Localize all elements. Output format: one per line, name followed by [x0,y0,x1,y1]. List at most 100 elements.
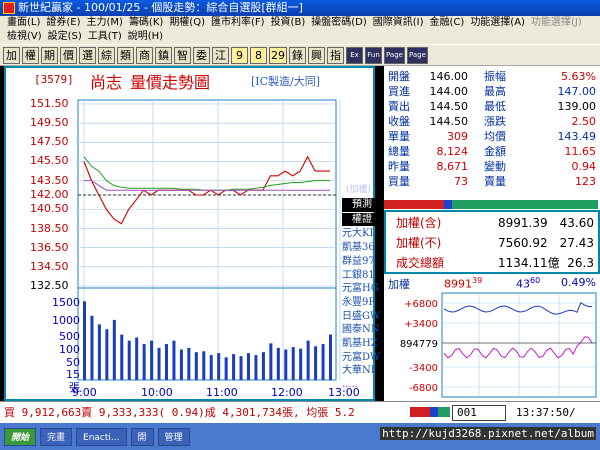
taskbar-item[interactable]: 完畫 [40,427,73,446]
quote-row: 昨量 8,671 變動 0.94 [384,160,600,173]
summary-label: 加權(含) [396,216,442,230]
broker-item[interactable]: 群益97 [342,255,382,269]
summary-pct: 26.3 [567,256,594,270]
menu-item[interactable]: 畫面(L) [4,16,43,30]
broker-item[interactable]: 元大KI [342,227,382,241]
stock-code-input[interactable]: 001 [452,405,506,421]
toolbar-button[interactable]: 錄 [289,46,306,64]
mini-chart-svg: +6800 +3400 894779 -3400 -6800 [400,292,597,398]
toolbar-button[interactable]: 選 [79,46,96,64]
volume-bar [291,347,295,380]
quote-label: 昨量 [388,160,410,173]
summary-row: 成交總額 1134.11億 26.3 [386,254,598,272]
broker-item[interactable]: 凱基36 [342,241,382,255]
menu-item[interactable]: 證券(E) [43,16,83,30]
index-mini-chart[interactable]: 加權 899139 4360 0.49% +6800 +3400 894779 -34… [384,274,600,401]
start-button[interactable]: 開始 [4,427,37,446]
toolbar-button[interactable]: 類 [117,46,134,64]
toolbar-button[interactable]: 權 [22,46,39,64]
broker-item[interactable]: 永豐9P [342,296,382,310]
summary-label: 加權(不) [396,236,442,250]
price-tick: 132.50 [30,279,69,292]
menu-item[interactable]: 國際資訊(I) [370,16,427,30]
broker-item[interactable]: 凱基HZ [342,337,382,351]
toolbar-button[interactable]: 期 [41,46,58,64]
volume-bar [165,344,168,380]
volume-bar [97,324,101,380]
mini-ytick: -3400 [409,363,438,374]
broker-list: 預測 權證 元大KI 凱基36 群益97 工銀81 元富HG 永豐9P 日盛GW 國泰NN 凱基… [342,198,382,392]
summary-pct: 43.60 [559,216,594,230]
quote-label: 振幅 [484,70,506,83]
broker-item[interactable]: 工銀81 [342,269,382,283]
toolbar-button[interactable]: 興 [308,46,325,64]
toolbar-button[interactable]: 價 [60,46,77,64]
price-tick: 136.50 [30,240,69,254]
menu-item[interactable]: 檢視(V) [4,30,45,44]
broker-item[interactable]: 元富DW [342,351,382,365]
menu-item[interactable]: 投資(B) [268,16,309,30]
price-chart-panel[interactable]: [3579] 尚志 量價走勢圖 [IC製造/大同] 151.50 149.50 14… [4,66,382,401]
broker-header[interactable]: 預測 [342,198,382,212]
menu-item[interactable]: 主力(M) [84,16,126,30]
watermark: http://kujd3268.pixnet.net/album [380,427,596,440]
broker-subheader[interactable]: 權證 [342,212,382,227]
summary-label: 成交總額 [396,256,445,270]
menu-item[interactable]: 設定(S) [45,30,85,44]
mini-label: 加權 [388,278,410,291]
broker-item[interactable]: 大華NI [342,364,382,378]
quote-value: 8,124 [436,145,469,158]
toolbar-button[interactable]: 指 [327,46,344,64]
menu-item[interactable]: 說明(H) [125,30,166,44]
toolbar-button[interactable]: 綜 [98,46,115,64]
taskbar-item[interactable]: 管理 [157,427,190,446]
menu-item[interactable]: 功能選擇(J) [528,16,585,30]
toolbar-button[interactable]: 9 [231,46,248,64]
quote-row: 賣出 144.50 最低 139.00 [384,100,600,113]
menu-item[interactable]: 金融(C) [427,16,468,30]
toolbar-button[interactable]: 智 [174,46,191,64]
volume-bar [247,353,250,380]
menu-item[interactable]: 工具(T) [85,30,125,44]
quote-label: 總量 [388,145,410,158]
menu-item[interactable]: 期權(Q) [166,16,208,30]
toolbar-button[interactable]: 鎮 [155,46,172,64]
menu-item[interactable]: 操盤密碼(D) [308,16,370,30]
menu-item[interactable]: 匯市利率(F) [208,16,268,30]
toolbar-button[interactable]: 8 [250,46,267,64]
toolbar-button[interactable]: 商 [136,46,153,64]
price-tick: 142.00 [30,188,69,201]
price-tick: 147.50 [30,135,69,149]
toolbar-button[interactable]: 委 [193,46,210,64]
toolbar-button[interactable]: 29 [269,46,287,64]
toolbar-button[interactable]: 江 [212,46,229,64]
volume-bar [284,349,288,380]
toolbar-button[interactable]: 加 [3,46,20,64]
menu-item[interactable]: 功能選擇(A) [467,16,528,30]
toolbar-button[interactable]: Page [406,46,428,64]
toolbar-button[interactable]: Ex [346,46,363,64]
quote-value: 147.00 [557,85,597,98]
broker-item[interactable]: 國泰NN [342,323,382,337]
mini-chart-header: 加權 899139 4360 0.49% [384,276,600,291]
toolbar-button[interactable]: Fun [365,46,382,64]
mini-ytick: 894779 [400,339,438,350]
main-pane: [3579] 尚志 量價走勢圖 [IC製造/大同] 151.50 149.50 14… [0,66,600,401]
broker-item[interactable]: ..... [342,378,382,392]
quote-row: 買進 144.00 最高 147.00 [384,85,600,98]
toolbar: 加權期價選綜類商鎮智委江 9 8 29 錄興指 Ex Fun Page Page [0,44,600,66]
broker-item[interactable]: 日盛GW [342,310,382,324]
price-tick: 134.50 [30,259,69,273]
volume-bar [105,329,109,380]
summary-value: 8991.39 [498,216,548,230]
menu-item[interactable]: 籌碼(K) [126,16,166,30]
toolbar-button[interactable]: Page [384,46,405,64]
taskbar-item[interactable]: 開 [130,427,154,446]
broker-item[interactable]: 元富HG [342,282,382,296]
taskbar-item[interactable]: Enacti... [76,427,127,446]
quote-value: 309 [447,130,468,143]
quote-value: 5.63% [561,70,596,83]
quote-value: 2.50 [571,115,597,128]
quote-label: 變動 [484,160,506,173]
volume-bar [179,349,183,380]
